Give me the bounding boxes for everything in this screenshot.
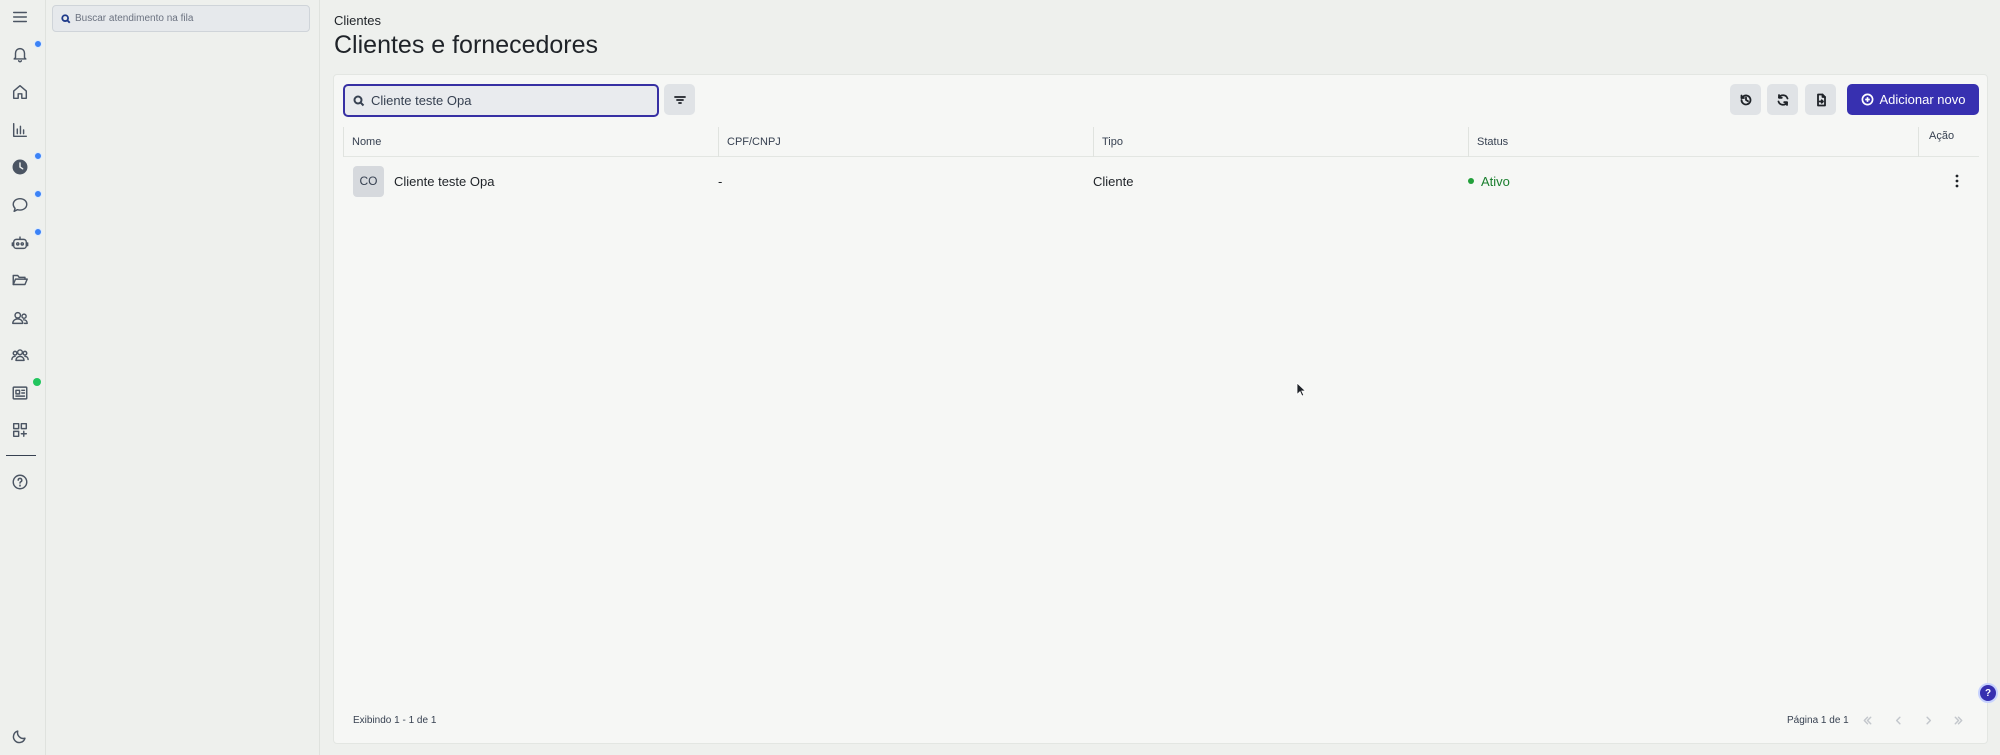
- search-icon: [353, 95, 365, 106]
- chevron-right-icon: [1925, 716, 1931, 724]
- home-icon[interactable]: [8, 80, 32, 104]
- column-label: Ação: [1929, 130, 1955, 142]
- main-content: Clientes Clientes e fornecedores Adicion…: [320, 0, 2000, 755]
- add-new-button[interactable]: Adicionar novo: [1847, 84, 1979, 115]
- row-actions-button[interactable]: [1948, 172, 1966, 190]
- users-icon[interactable]: [8, 343, 32, 367]
- cell-tipo: Cliente: [1093, 173, 1134, 189]
- contacts-icon[interactable]: [8, 306, 32, 330]
- first-page-button[interactable]: [1858, 711, 1876, 729]
- status-dot: [1468, 178, 1474, 184]
- avatar: CO: [353, 165, 384, 197]
- column-label: Nome: [352, 136, 382, 148]
- column-label: CPF/CNPJ: [727, 136, 781, 148]
- column-header-tipo[interactable]: Tipo: [1093, 127, 1468, 157]
- cell-nome: CO Cliente teste Opa: [353, 158, 494, 204]
- robot-icon[interactable]: [8, 231, 32, 255]
- breadcrumb[interactable]: Clientes: [334, 13, 381, 28]
- queue-panel: [46, 0, 320, 755]
- column-label: Tipo: [1102, 136, 1123, 148]
- chevron-left-icon: [1895, 716, 1901, 724]
- column-header-cpf-cnpj[interactable]: CPF/CNPJ: [718, 127, 1093, 157]
- history-icon: [1740, 94, 1751, 105]
- table-header: Nome CPF/CNPJ Tipo Status Ação: [343, 127, 1979, 157]
- history-button[interactable]: [1730, 84, 1761, 115]
- apps-icon[interactable]: [8, 418, 32, 442]
- help-button[interactable]: ?: [1978, 683, 1998, 703]
- client-name[interactable]: Cliente teste Opa: [394, 174, 494, 189]
- clock-icon[interactable]: [8, 155, 32, 179]
- queue-search[interactable]: [52, 5, 310, 32]
- previous-page-button[interactable]: [1889, 711, 1907, 729]
- chevrons-right-icon: [1954, 716, 1962, 724]
- status-badge: Ativo: [1481, 173, 1510, 189]
- clients-card: Adicionar novo Nome CPF/CNPJ Tipo Status…: [333, 74, 1988, 744]
- newspaper-icon[interactable]: [8, 381, 32, 405]
- chevrons-left-icon: [1863, 716, 1871, 724]
- export-button[interactable]: [1805, 84, 1836, 115]
- cell-cpf-cnpj: -: [718, 173, 723, 189]
- last-page-button[interactable]: [1949, 711, 1967, 729]
- search-icon: [61, 13, 71, 23]
- client-search-input[interactable]: [371, 93, 641, 108]
- more-vertical-icon: [1955, 174, 1959, 188]
- column-header-status[interactable]: Status: [1468, 127, 1918, 157]
- filter-icon: [673, 95, 686, 104]
- plus-circle-icon: [1861, 93, 1873, 106]
- folder-icon[interactable]: [8, 268, 32, 292]
- moon-icon[interactable]: [8, 724, 32, 748]
- clock-badge: [34, 152, 42, 160]
- refresh-icon: [1777, 93, 1788, 106]
- chat-badge: [34, 190, 42, 198]
- robot-badge: [34, 228, 42, 236]
- column-header-nome[interactable]: Nome: [343, 127, 718, 157]
- notification-badge: [34, 40, 42, 48]
- file-export-icon: [1816, 93, 1826, 106]
- chat-icon[interactable]: [8, 193, 32, 217]
- refresh-button[interactable]: [1767, 84, 1798, 115]
- client-search[interactable]: [343, 84, 659, 117]
- cell-acao: [1948, 158, 1966, 204]
- column-label: Status: [1477, 136, 1509, 148]
- results-count: Exibindo 1 - 1 de 1: [353, 715, 437, 726]
- table-row[interactable]: CO Cliente teste Opa - Cliente Ativo: [343, 158, 1979, 204]
- newspaper-badge: [33, 378, 41, 386]
- page-title: Clientes e fornecedores: [334, 31, 599, 59]
- help-circle-icon[interactable]: [8, 470, 32, 494]
- mouse-cursor-icon: [1296, 382, 1306, 397]
- cell-status: Ativo: [1468, 158, 1510, 204]
- rail-divider: [6, 455, 36, 456]
- next-page-button[interactable]: [1919, 711, 1937, 729]
- column-header-acao: Ação: [1918, 127, 1979, 157]
- menu-icon[interactable]: [8, 5, 32, 29]
- queue-search-input[interactable]: [75, 13, 295, 24]
- page-indicator: Página 1 de 1: [1787, 715, 1849, 726]
- icon-rail: [0, 0, 46, 755]
- add-new-label: Adicionar novo: [1879, 92, 1966, 107]
- chart-icon[interactable]: [8, 118, 32, 142]
- filter-button[interactable]: [664, 84, 695, 115]
- bell-icon[interactable]: [8, 42, 32, 66]
